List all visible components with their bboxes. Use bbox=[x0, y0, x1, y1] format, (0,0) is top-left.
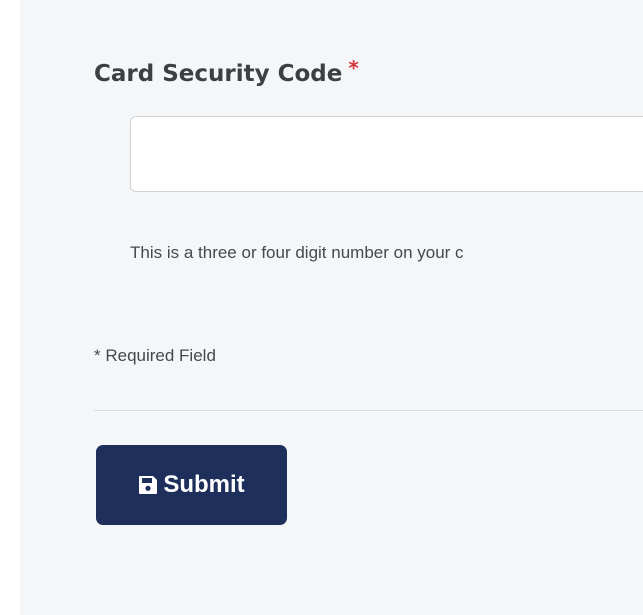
form-panel: Card Security Code * This is a three or f… bbox=[20, 0, 643, 615]
submit-button[interactable]: Submit bbox=[96, 445, 287, 525]
form-divider bbox=[94, 410, 643, 411]
submit-button-label: Submit bbox=[163, 471, 245, 498]
save-icon bbox=[138, 475, 158, 495]
card-security-code-label: Card Security Code * bbox=[94, 56, 359, 87]
required-field-note: * Required Field bbox=[94, 346, 216, 365]
security-code-help-text: This is a three or four digit number on … bbox=[130, 243, 464, 262]
field-label-text: Card Security Code bbox=[94, 61, 343, 87]
required-marker: * bbox=[348, 56, 359, 80]
card-security-code-input[interactable] bbox=[130, 116, 643, 192]
